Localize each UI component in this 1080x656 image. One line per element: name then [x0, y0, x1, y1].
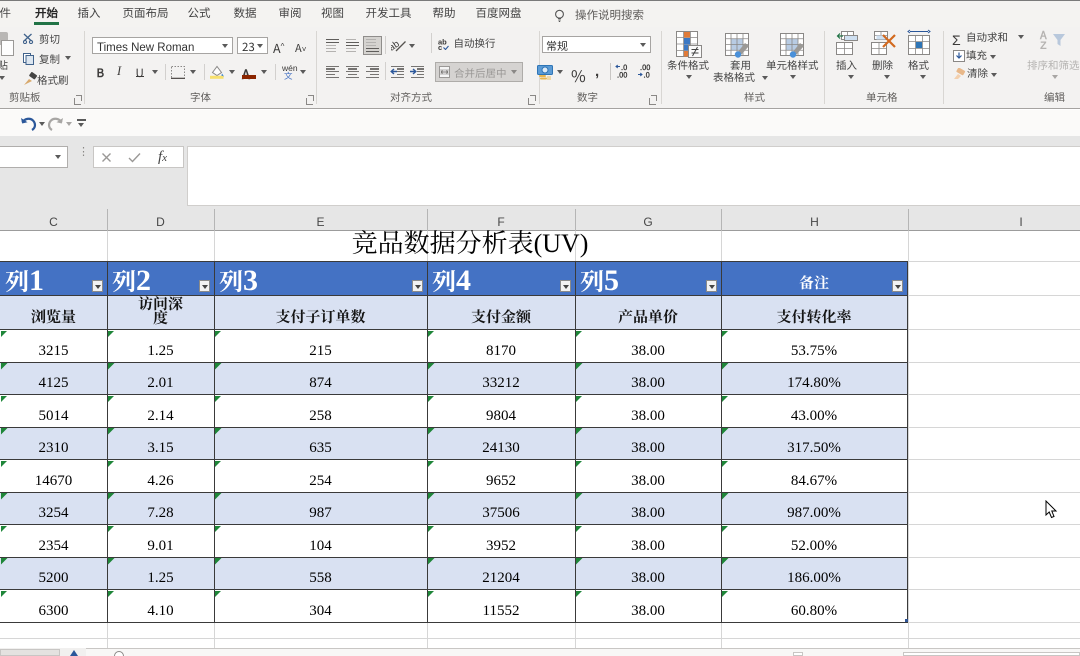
svg-text:.0: .0 [644, 70, 650, 79]
svg-text:.00: .00 [617, 70, 627, 79]
svg-text:c: c [438, 42, 442, 50]
